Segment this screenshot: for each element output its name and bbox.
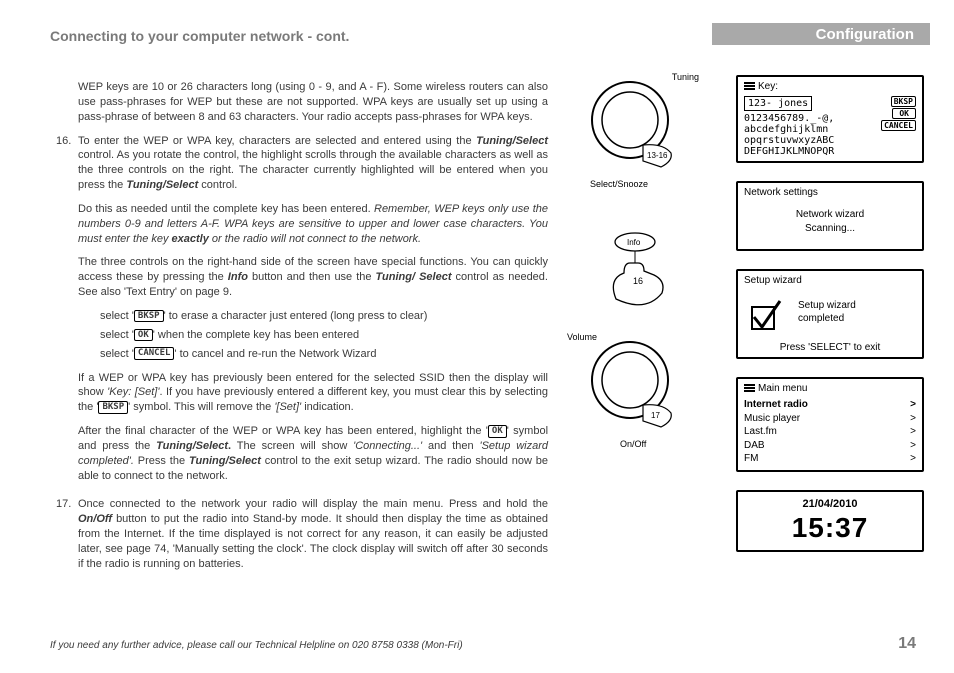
screen-content: Network wizard Scanning... — [744, 208, 916, 236]
dial-label: Tuning — [672, 72, 699, 82]
text: ' to cancel and re-run the Network Wizar… — [174, 348, 376, 360]
text: Once connected to the network your radio… — [78, 498, 548, 510]
dial-label: On/Off — [620, 439, 646, 449]
section-subtitle: Connecting to your computer network - co… — [50, 28, 349, 44]
text: button and then use the — [248, 271, 376, 283]
dial-icon: 13-16 — [585, 75, 685, 175]
menu-item: DAB> — [744, 439, 916, 453]
text: indication. — [301, 401, 354, 413]
step-number: 17. — [56, 497, 71, 512]
menu-item: Internet radio> — [744, 398, 916, 412]
control: On/Off — [78, 513, 112, 525]
key-input: 123- jones — [744, 96, 812, 111]
step-16d: If a WEP or WPA key has previously been … — [78, 371, 548, 416]
diagrams-column: Tuning 13-16 Select/Snooze Info 16 Volum… — [570, 75, 700, 465]
emphasis: exactly — [172, 233, 209, 245]
key-buttons: BKSP OK CANCEL — [881, 96, 916, 132]
section-title: Configuration — [816, 26, 914, 43]
screen-key: Key: BKSP OK CANCEL 123- jones 012345678… — [736, 75, 924, 163]
check-icon — [748, 299, 782, 333]
text: Do this as needed until the complete key… — [78, 203, 374, 215]
keycap-ok: OK — [134, 329, 153, 342]
info-button-diagram: Info 16 — [585, 230, 685, 300]
clock-time: 15:37 — [744, 512, 916, 544]
select-cancel: select 'CANCEL' to cancel and re-run the… — [100, 347, 548, 362]
step-17: 17. Once connected to the network your r… — [78, 497, 548, 571]
text: 'Key: [Set]' — [107, 386, 159, 398]
intro-paragraph: WEP keys are 10 or 26 characters long (u… — [78, 80, 548, 125]
screen-setup: Setup wizard Setup wizard completed Pres… — [736, 269, 924, 359]
step-number: 16. — [56, 134, 71, 149]
control: Tuning/Select — [156, 440, 228, 452]
text: The screen will show — [231, 440, 353, 452]
text: and then — [422, 440, 479, 452]
text: select ' — [100, 329, 134, 341]
body-content: WEP keys are 10 or 26 characters long (u… — [78, 80, 548, 581]
screen-clock: 21/04/2010 15:37 — [736, 490, 924, 552]
screen-title: Setup wizard — [744, 275, 916, 286]
keycap-bksp: BKSP — [98, 401, 128, 414]
text: button to put the radio into Stand-by mo… — [78, 513, 548, 570]
control: Info — [228, 271, 248, 283]
screen-title: Main menu — [744, 383, 916, 394]
screen-title: Key: — [744, 81, 916, 92]
step-16e: After the final character of the WEP or … — [78, 424, 548, 483]
dial-num: 17 — [651, 411, 660, 420]
step-16: 16. To enter the WEP or WPA key, charact… — [78, 134, 548, 193]
screen-footer: Press 'SELECT' to exit — [738, 342, 922, 353]
text: ' when the complete key has been entered — [153, 329, 359, 341]
control: Tuning/ Select — [376, 271, 452, 283]
hand-icon: Info 16 — [585, 230, 685, 310]
select-ok: select 'OK' when the complete key has be… — [100, 328, 548, 343]
keycap-bksp: BKSP — [134, 310, 164, 323]
footer-text: If you need any further advice, please c… — [50, 640, 463, 651]
dial-volume: Volume 17 On/Off — [585, 335, 685, 445]
menu-item: Last.fm> — [744, 425, 916, 439]
btn-cancel: CANCEL — [881, 120, 916, 131]
menu-icon — [744, 82, 755, 90]
dial-label: Volume — [567, 332, 597, 342]
dial-icon: 17 — [585, 335, 685, 435]
screen-title: Network settings — [744, 187, 916, 198]
btn-bksp: BKSP — [891, 96, 916, 107]
control: Tuning/Select — [189, 455, 261, 467]
text: or the radio will not connect to the net… — [209, 233, 421, 245]
text: ' symbol. This will remove the — [128, 401, 274, 413]
clock-date: 21/04/2010 — [744, 498, 916, 510]
screens-column: Key: BKSP OK CANCEL 123- jones 012345678… — [736, 75, 924, 570]
dial-label: Select/Snooze — [590, 179, 648, 189]
step-16b: Do this as needed until the complete key… — [78, 202, 548, 247]
char-row: opqrstuvwxyzABC — [744, 135, 916, 146]
text: 'Connecting...' — [353, 440, 422, 452]
screen-network: Network settings Network wizard Scanning… — [736, 181, 924, 251]
menu-item: Music player> — [744, 412, 916, 426]
select-bksp: select 'BKSP' to erase a character just … — [100, 309, 548, 324]
text: control. — [198, 179, 237, 191]
control: Tuning/Select — [126, 179, 198, 191]
dial-num: 13-16 — [647, 151, 668, 160]
info-num: 16 — [633, 276, 643, 286]
text: select ' — [100, 348, 134, 360]
text: ' to erase a character just entered (lon… — [164, 310, 428, 322]
dial-tuning: Tuning 13-16 Select/Snooze — [585, 75, 685, 185]
text: select ' — [100, 310, 134, 322]
text: After the final character of the WEP or … — [78, 425, 488, 437]
menu-item: FM> — [744, 452, 916, 466]
step-16c: The three controls on the right-hand sid… — [78, 255, 548, 300]
text: To enter the WEP or WPA key, characters … — [78, 135, 476, 147]
screen-main-menu: Main menu Internet radio> Music player> … — [736, 377, 924, 472]
page-number: 14 — [898, 635, 916, 653]
control: Tuning/Select — [476, 135, 548, 147]
text: '[Set]' — [274, 401, 301, 413]
keycap-ok: OK — [488, 425, 507, 438]
btn-ok: OK — [892, 108, 916, 119]
info-label: Info — [627, 238, 641, 247]
keycap-cancel: CANCEL — [134, 347, 175, 360]
char-row: DEFGHIJKLMNOPQR — [744, 146, 916, 157]
text: Press the — [134, 455, 189, 467]
screen-content: Setup wizard completed — [798, 299, 856, 325]
menu-icon — [744, 384, 755, 392]
